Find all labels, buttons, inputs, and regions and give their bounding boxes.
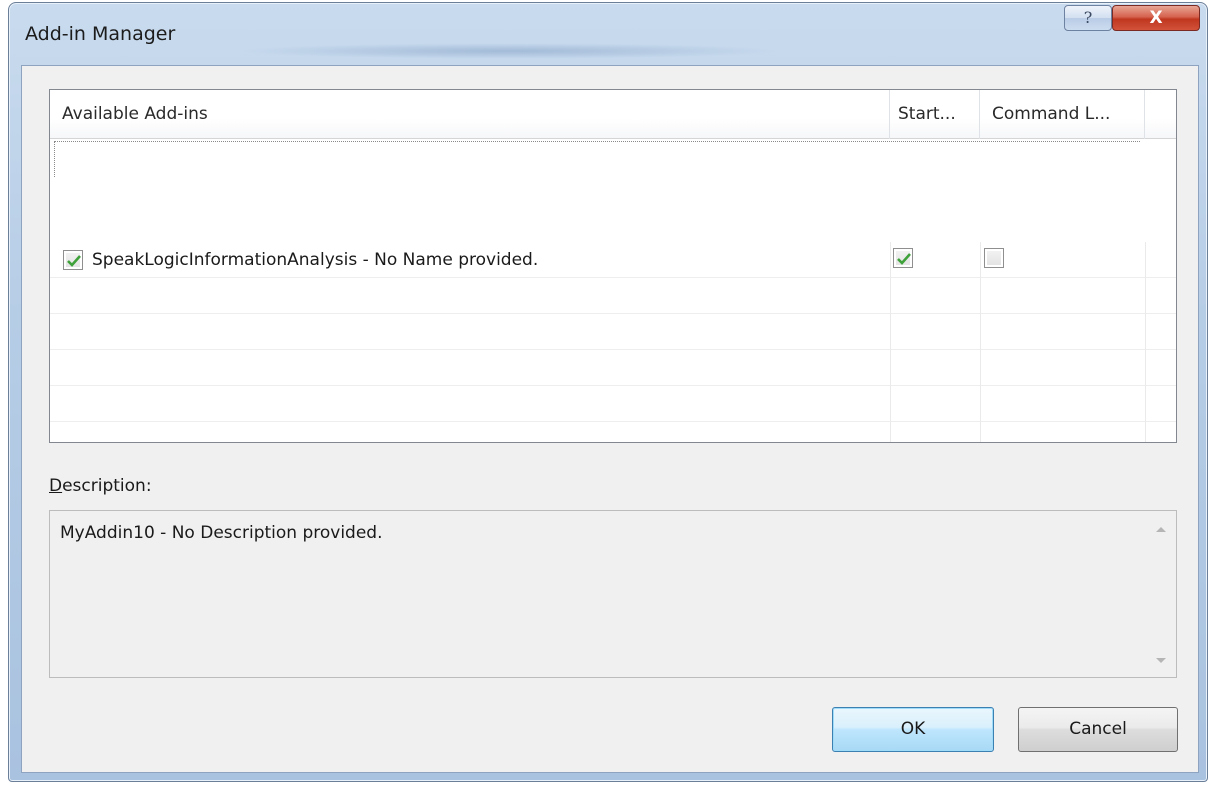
table-row-empty (50, 350, 1176, 386)
checkmark-icon (67, 255, 81, 267)
description-label: Description: (49, 476, 152, 496)
description-text: MyAddin10 - No Description provided. (60, 523, 383, 543)
close-icon: X (1149, 8, 1163, 28)
scroll-up-icon[interactable] (1156, 527, 1166, 532)
cancel-button[interactable]: Cancel (1018, 707, 1178, 752)
column-header-command-line[interactable]: Command L... (980, 90, 1145, 139)
column-divider (980, 242, 981, 442)
title-bar[interactable]: Add-in Manager ? X (9, 3, 1207, 65)
title-glow (239, 43, 779, 59)
addin-name: SpeakLogicInformationAnalysis - No Name … (92, 250, 539, 270)
add-in-manager-dialog: Add-in Manager ? X Available Add-ins Sta… (8, 2, 1208, 782)
focus-rectangle (54, 141, 1140, 177)
close-button[interactable]: X (1112, 5, 1200, 31)
table-row-empty (50, 386, 1176, 422)
description-label-text: escription: (62, 476, 152, 496)
ok-button[interactable]: OK (832, 707, 994, 752)
startup-checkbox[interactable] (893, 248, 913, 268)
checkmark-icon (897, 253, 911, 265)
description-scrollbar[interactable] (1148, 511, 1176, 677)
command-line-checkbox[interactable] (984, 248, 1004, 268)
addin-enabled-checkbox[interactable] (63, 250, 83, 270)
column-header-available-addins[interactable]: Available Add-ins (50, 90, 890, 139)
scroll-down-icon[interactable] (1156, 658, 1166, 663)
column-divider (1145, 242, 1146, 442)
dialog-client-area: Available Add-ins Start... Command L... … (21, 65, 1199, 773)
column-header-filler (1145, 90, 1176, 139)
table-row-empty (50, 278, 1176, 314)
description-label-accelerator: D (49, 476, 63, 496)
description-textbox[interactable]: MyAddin10 - No Description provided. (49, 510, 1177, 678)
column-header-startup[interactable]: Start... (890, 90, 980, 139)
dialog-title: Add-in Manager (25, 23, 176, 45)
help-button[interactable]: ? (1064, 5, 1112, 31)
column-divider (890, 242, 891, 442)
table-row-empty (50, 314, 1176, 350)
addin-list-header: Available Add-ins Start... Command L... (50, 90, 1176, 139)
addin-list[interactable]: Available Add-ins Start... Command L... … (49, 89, 1177, 443)
table-row[interactable]: SpeakLogicInformationAnalysis - No Name … (50, 242, 1176, 278)
help-icon: ? (1083, 8, 1093, 27)
